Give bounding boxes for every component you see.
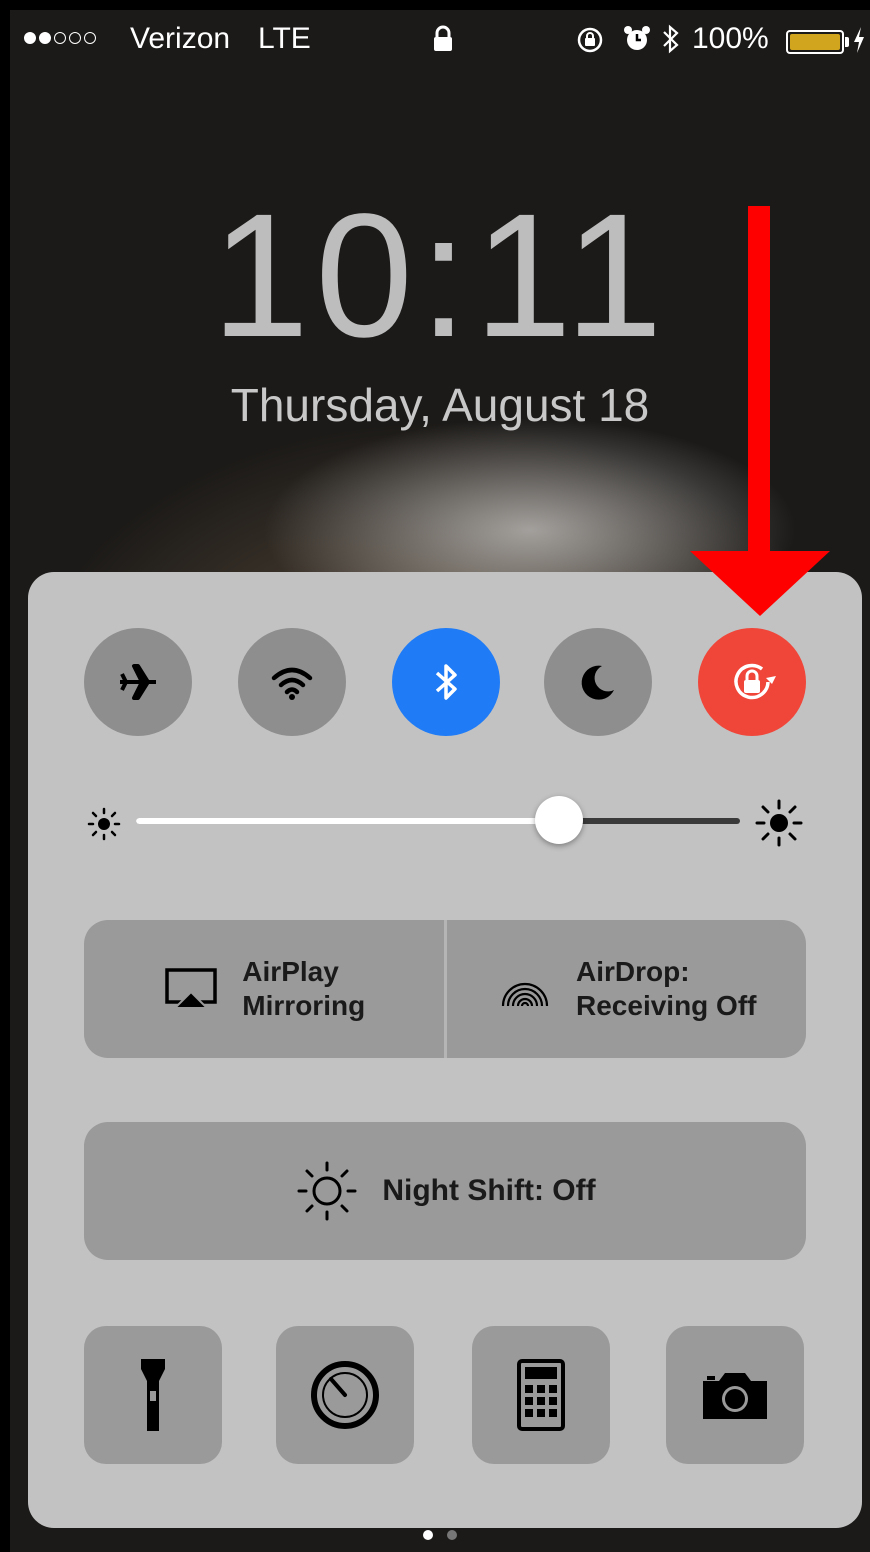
battery-percent: 100% bbox=[692, 22, 769, 55]
camera-button[interactable] bbox=[666, 1326, 804, 1464]
airplay-label-line1: AirPlay bbox=[242, 955, 339, 987]
signal-strength bbox=[24, 32, 96, 44]
timer-icon bbox=[311, 1361, 379, 1429]
signal-dot bbox=[24, 32, 36, 44]
battery-tip bbox=[845, 37, 849, 47]
flashlight-icon bbox=[141, 1359, 165, 1431]
brightness-slider-thumb[interactable] bbox=[534, 796, 583, 844]
bluetooth-icon bbox=[435, 664, 457, 700]
signal-dot bbox=[84, 32, 96, 44]
battery-icon bbox=[786, 30, 844, 54]
airdrop-label-line2: Receiving Off bbox=[576, 990, 757, 1021]
airdrop-button[interactable]: AirDrop: Receiving Off bbox=[447, 920, 807, 1058]
airdrop-label-line1: AirDrop: bbox=[576, 955, 690, 987]
wifi-icon bbox=[271, 667, 313, 700]
page-dot bbox=[447, 1530, 457, 1540]
timer-button[interactable] bbox=[276, 1326, 414, 1464]
rotation-lock-toggle[interactable] bbox=[698, 628, 806, 736]
bluetooth-toggle[interactable] bbox=[392, 628, 500, 736]
airplay-label: AirPlay Mirroring bbox=[242, 955, 365, 1023]
brightness-high-icon bbox=[755, 799, 803, 847]
signal-dot bbox=[39, 32, 51, 44]
status-bar: Verizon LTE 100% bbox=[10, 10, 870, 66]
lock-screen: Verizon LTE 100% 10:11 Thursday, August … bbox=[10, 10, 870, 1552]
do-not-disturb-toggle[interactable] bbox=[544, 628, 652, 736]
charging-bolt-icon bbox=[854, 27, 864, 53]
rotation-lock-indicator-icon bbox=[577, 27, 603, 53]
page-dot-current bbox=[423, 1530, 433, 1540]
airplane-mode-toggle[interactable] bbox=[84, 628, 192, 736]
night-shift-label: Night Shift: Off bbox=[382, 1174, 596, 1207]
alarm-icon bbox=[624, 26, 650, 50]
flashlight-button[interactable] bbox=[84, 1326, 222, 1464]
calculator-button[interactable] bbox=[472, 1326, 610, 1464]
signal-dot bbox=[54, 32, 66, 44]
brightness-low-icon bbox=[87, 807, 121, 841]
airplay-label-line2: Mirroring bbox=[242, 990, 366, 1021]
night-shift-button[interactable]: Night Shift: Off bbox=[84, 1122, 806, 1260]
airplay-mirroring-button[interactable]: AirPlay Mirroring bbox=[84, 920, 444, 1058]
airplane-icon bbox=[120, 664, 156, 700]
camera-icon bbox=[703, 1373, 767, 1419]
battery-fill bbox=[790, 34, 840, 50]
rotation-lock-icon bbox=[734, 663, 776, 700]
brightness-slider-fill bbox=[136, 818, 559, 824]
calculator-icon bbox=[517, 1359, 565, 1431]
night-shift-icon bbox=[297, 1161, 357, 1221]
bluetooth-icon bbox=[663, 24, 679, 54]
lock-icon bbox=[434, 25, 452, 51]
brightness-slider[interactable] bbox=[136, 796, 740, 844]
annotation-arrow bbox=[690, 206, 830, 616]
wifi-toggle[interactable] bbox=[238, 628, 346, 736]
airdrop-icon bbox=[501, 982, 549, 1007]
airplay-icon bbox=[165, 968, 218, 1009]
airdrop-label: AirDrop: Receiving Off bbox=[576, 955, 756, 1023]
airplay-airdrop-row: AirPlay Mirroring AirDrop: Receiving Off bbox=[84, 920, 806, 1058]
page-indicator bbox=[10, 1530, 870, 1540]
signal-dot bbox=[69, 32, 81, 44]
network-type: LTE bbox=[258, 22, 311, 55]
moon-icon bbox=[581, 665, 614, 700]
carrier-name: Verizon bbox=[130, 22, 231, 55]
